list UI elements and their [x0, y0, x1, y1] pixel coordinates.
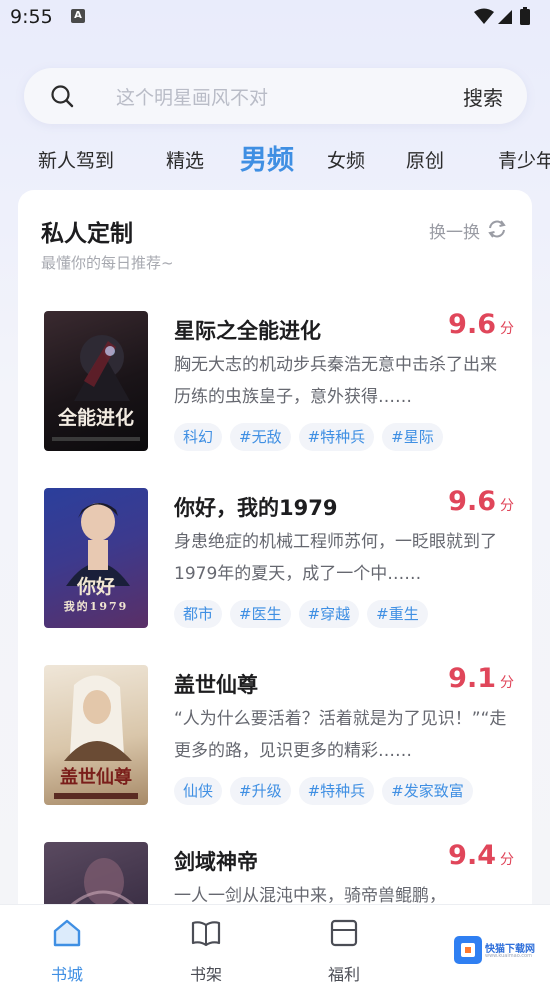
book-tag[interactable]: 都市	[174, 600, 223, 628]
book-tags: 科幻 #无敌 #特种兵 #星际	[174, 423, 451, 451]
score-unit: 分	[500, 498, 514, 514]
book-score: 9.6 分	[448, 309, 514, 340]
nav-welfare[interactable]: 福利	[304, 913, 384, 982]
score-value: 9.6	[448, 309, 496, 340]
book-item[interactable]: 你好 我的1979 你好，我的1979 9.6 分 身患绝症的机械工程师苏何，一眨…	[44, 486, 514, 638]
book-item[interactable]: 全能进化 星际之全能进化 9.6 分 胸无大志的机动步兵秦浩无意中击杀了出来历练的…	[44, 309, 514, 461]
section-title: 私人定制	[41, 221, 133, 247]
watermark-logo: 快猫下载网 www.kuaimao.com	[454, 936, 542, 964]
cover-title: 你好	[76, 576, 115, 598]
notification-icon: A	[71, 9, 85, 23]
book-tag[interactable]: 仙侠	[174, 777, 223, 805]
book-title[interactable]: 星际之全能进化	[174, 315, 321, 345]
status-time: 9:55	[10, 6, 53, 28]
book-cover[interactable]	[44, 842, 148, 910]
book-tag[interactable]: #特种兵	[298, 777, 375, 805]
book-tag[interactable]: 科幻	[174, 423, 223, 451]
book-item[interactable]: 剑域神帝 9.4 分 一人一剑从混沌中来，骑帝兽鲲鹏，	[44, 840, 514, 910]
score-unit: 分	[500, 852, 514, 868]
book-title[interactable]: 剑域神帝	[174, 846, 258, 876]
watermark-subtext: www.kuaimao.com	[485, 953, 532, 959]
search-button[interactable]: 搜索	[463, 82, 503, 111]
nav-label: 福利	[327, 965, 360, 982]
book-tags: 都市 #医生 #穿越 #重生	[174, 600, 436, 628]
recommendation-card: 私人定制 最懂你的每日推荐~ 换一换 全能进化 星际之全能进化 9.6 分 胸无大…	[18, 190, 532, 910]
nav-bookstore[interactable]: 书城	[27, 913, 107, 982]
book-score: 9.1 分	[448, 663, 514, 694]
book-tag[interactable]: #重生	[367, 600, 428, 628]
bookstore-icon	[53, 919, 81, 947]
cover-title: 盖世仙尊	[60, 767, 132, 788]
cover-subtitle: 我的1979	[63, 600, 129, 613]
book-score: 9.6 分	[448, 486, 514, 517]
refresh-label: 换一换	[429, 223, 480, 243]
refresh-button[interactable]: 换一换	[424, 218, 508, 243]
nav-label: 书架	[189, 965, 222, 982]
cover-title: 全能进化	[57, 407, 134, 429]
score-value: 9.6	[448, 486, 496, 517]
score-unit: 分	[500, 321, 514, 337]
tab-male[interactable]: 男频	[240, 138, 294, 177]
refresh-icon	[488, 220, 506, 238]
book-score: 9.4 分	[448, 840, 514, 871]
tab-teen[interactable]: 青少年	[498, 146, 550, 173]
book-tag[interactable]: #医生	[230, 600, 291, 628]
book-cover[interactable]: 盖世仙尊	[44, 665, 148, 805]
search-bar[interactable]: 这个明星画风不对 搜索	[24, 68, 527, 124]
book-title[interactable]: 你好，我的1979	[174, 492, 337, 522]
book-description: “人为什么要活着？活着就是为了见识！”“走更多的路，见识更多的精彩……	[174, 709, 507, 761]
search-icon	[51, 85, 74, 108]
book-tags: 仙侠 #升级 #特种兵 #发家致富	[174, 777, 481, 805]
tab-newcomer[interactable]: 新人驾到	[38, 146, 114, 173]
tab-featured[interactable]: 精选	[166, 146, 204, 173]
book-item[interactable]: 盖世仙尊 盖世仙尊 9.1 分 “人为什么要活着？活着就是为了见识！”“走更多的路…	[44, 663, 514, 815]
book-tag[interactable]: #发家致富	[382, 777, 473, 805]
book-description: 胸无大志的机动步兵秦浩无意中击杀了出来历练的虫族皇子，意外获得……	[174, 355, 497, 407]
book-cover[interactable]: 你好 我的1979	[44, 488, 148, 628]
score-value: 9.4	[448, 840, 496, 871]
score-unit: 分	[500, 675, 514, 691]
book-tag[interactable]: #穿越	[298, 600, 360, 628]
book-tag[interactable]: #星际	[382, 423, 443, 451]
cover-illustration	[63, 858, 141, 910]
book-tag[interactable]: #升级	[230, 777, 291, 805]
book-tag[interactable]: #特种兵	[298, 423, 375, 451]
signal-battery-icon	[474, 7, 530, 25]
category-tabs: 新人驾到 精选 男频 女频 原创 青少年	[0, 134, 550, 180]
tab-original[interactable]: 原创	[406, 146, 444, 173]
status-bar: 9:55 A	[0, 0, 550, 34]
section-subtitle: 最懂你的每日推荐~	[41, 254, 174, 272]
nav-bookshelf[interactable]: 书架	[166, 913, 246, 982]
score-value: 9.1	[448, 663, 496, 694]
book-description: 身患绝症的机械工程师苏何，一眨眼就到了1979年的夏天，成了一个中……	[174, 532, 497, 584]
book-tag[interactable]: #无敌	[230, 423, 291, 451]
bookshelf-icon	[191, 921, 221, 947]
watermark-badge-icon	[454, 936, 482, 964]
nav-label: 书城	[50, 965, 83, 982]
welfare-icon	[330, 919, 358, 947]
book-cover[interactable]: 全能进化	[44, 311, 148, 451]
tab-female[interactable]: 女频	[327, 146, 365, 173]
cover-illustration	[52, 335, 140, 441]
search-input[interactable]: 这个明星画风不对	[116, 83, 268, 110]
book-title[interactable]: 盖世仙尊	[174, 669, 258, 699]
